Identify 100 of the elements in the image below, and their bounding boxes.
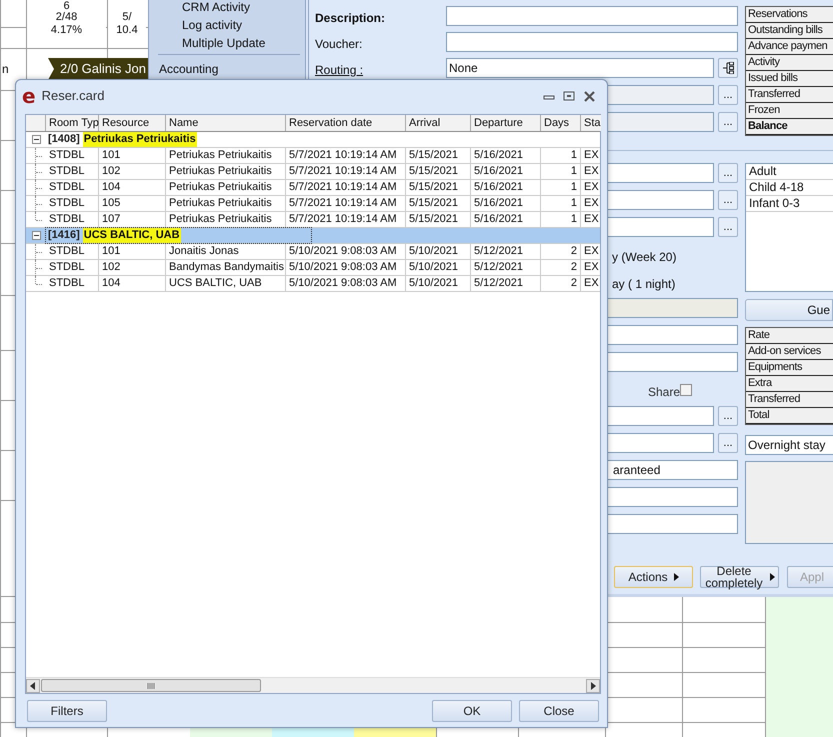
summary-tab[interactable]: Frozen	[746, 103, 833, 119]
summary-tab[interactable]: Issued bills	[746, 71, 833, 87]
share-label: Share	[648, 384, 680, 401]
summary-tab[interactable]: Balance	[746, 119, 833, 135]
menu-item[interactable]: Multiple Update	[182, 34, 266, 52]
table-cell-text: EX	[583, 276, 600, 291]
table-cell: 5/7/2021 10:19:14 AM	[286, 180, 406, 195]
table-cell: 5/15/2021	[406, 148, 471, 163]
group-id: [1416]	[48, 228, 80, 244]
browse-button[interactable]: ...	[718, 190, 738, 210]
action-button: Appl	[787, 566, 833, 588]
table-cell: 1	[541, 164, 581, 179]
menu-item[interactable]: Log activity	[182, 16, 242, 34]
group-row[interactable]: [1416] UCS BALTIC, UAB	[26, 228, 600, 244]
summary-tab[interactable]: Activity	[746, 55, 833, 71]
input-field[interactable]	[446, 6, 738, 26]
period-text: y (Week 20)	[612, 249, 676, 266]
action-button[interactable]: Delete completely	[700, 566, 779, 588]
summary-tab[interactable]: Transferred	[746, 87, 833, 103]
tree-button[interactable]	[718, 58, 738, 78]
table-cell: STDBL	[46, 260, 99, 275]
table-cell: Petriukas Petriukaitis	[166, 164, 286, 179]
charge-item[interactable]: Transferred	[746, 392, 833, 408]
table-cell: STDBL	[46, 180, 99, 195]
collapse-icon[interactable]	[32, 231, 40, 240]
table-cell: 5/15/2021	[406, 164, 471, 179]
table-cell-text: EX	[583, 212, 600, 227]
table-cell: 1	[541, 212, 581, 227]
table-cell: 5/10/2021 9:08:03 AM	[286, 244, 406, 259]
table-cell: STDBL	[46, 148, 99, 163]
table-cell: 2	[541, 260, 581, 275]
menu-item[interactable]: Accounting	[159, 60, 218, 78]
table-cell: 5/7/2021 10:19:14 AM	[286, 164, 406, 179]
summary-tab[interactable]: Advance paymen	[746, 39, 833, 55]
dialog-button[interactable]: Filters	[27, 700, 107, 722]
table-cell: 102	[99, 164, 166, 179]
table-cell-text: EX	[583, 180, 600, 195]
table-cell: 1	[541, 180, 581, 195]
horizontal-scrollbar[interactable]	[26, 677, 600, 693]
scrollbar-thumb[interactable]	[41, 679, 261, 692]
table-cell: 5/10/2021	[406, 276, 471, 291]
hierarchy-icon	[722, 62, 734, 74]
group-row[interactable]: [1408] Petriukas Petriukaitis	[26, 132, 600, 148]
table-cell: 5/12/2021	[471, 244, 541, 259]
browse-button[interactable]: ...	[718, 112, 738, 132]
input-field[interactable]	[446, 32, 738, 52]
table-cell: 5/7/2021 10:19:14 AM	[286, 196, 406, 211]
scroll-right-icon[interactable]	[586, 678, 600, 692]
table-cell: 5/10/2021 9:08:03 AM	[286, 260, 406, 275]
browse-button[interactable]: ...	[718, 217, 738, 237]
table-cell: 5/16/2021	[471, 180, 541, 195]
summary-tab[interactable]: Outstanding bills	[746, 23, 833, 39]
summary-tab[interactable]: Reservations	[746, 7, 833, 23]
group-name: UCS BALTIC, UAB	[82, 228, 181, 243]
close-icon[interactable]	[583, 90, 596, 102]
table-cell: 2	[541, 244, 581, 259]
restore-icon[interactable]	[563, 91, 575, 101]
list-item[interactable]: Adult	[746, 164, 833, 180]
table-cell: 2	[541, 276, 581, 291]
table-cell: 5/12/2021	[471, 276, 541, 291]
browse-button[interactable]: ...	[718, 406, 738, 426]
action-button[interactable]: Actions	[614, 566, 693, 588]
table-cell: 5/12/2021	[471, 260, 541, 275]
table-cell: STDBL	[46, 244, 99, 259]
table-cell: UCS BALTIC, UAB	[166, 276, 286, 291]
table-cell: 101	[99, 244, 166, 259]
routing-link[interactable]: Routing :	[315, 61, 364, 79]
table-cell: Petriukas Petriukaitis	[166, 180, 286, 195]
app-logo: e	[22, 87, 36, 105]
list-item[interactable]: Infant 0-3	[746, 196, 833, 212]
table-cell: 5/10/2021	[406, 244, 471, 259]
table-cell: 5/15/2021	[406, 180, 471, 195]
browse-button[interactable]: ...	[718, 433, 738, 453]
column-header[interactable]: Arrival	[406, 115, 471, 131]
table-cell: Petriukas Petriukaitis	[166, 148, 286, 163]
charge-item[interactable]: Total	[746, 408, 833, 424]
table-cell: STDBL	[46, 276, 99, 291]
table-cell: Petriukas Petriukaitis	[166, 212, 286, 227]
table-cell: 105	[99, 196, 166, 211]
scroll-left-icon[interactable]	[26, 678, 40, 692]
list-item[interactable]: Child 4-18	[746, 180, 833, 196]
guest-button[interactable]: Gue	[745, 299, 833, 321]
charge-item[interactable]: Extra	[746, 376, 833, 392]
table-cell-text: EX	[583, 148, 600, 163]
table-cell: Bandymas Bandymaitis	[166, 260, 286, 275]
dialog-button[interactable]: Close	[519, 700, 599, 722]
dialog-button[interactable]: OK	[432, 700, 512, 722]
browse-button[interactable]: ...	[718, 163, 738, 183]
charge-item[interactable]: Add-on services	[746, 344, 833, 360]
input-field[interactable]: None	[446, 58, 714, 78]
table-cell: 104	[99, 180, 166, 195]
table-cell: STDBL	[46, 164, 99, 179]
table-cell: 5/10/2021 9:08:03 AM	[286, 276, 406, 291]
charge-item[interactable]: Rate	[746, 328, 833, 344]
browse-button[interactable]: ...	[718, 85, 738, 105]
collapse-icon[interactable]	[32, 135, 40, 144]
input-field[interactable]: Overnight stay	[745, 435, 833, 455]
charge-item[interactable]: Equipments	[746, 360, 833, 376]
menu-item[interactable]: CRM Activity	[182, 0, 250, 16]
share-checkbox[interactable]	[680, 384, 692, 396]
